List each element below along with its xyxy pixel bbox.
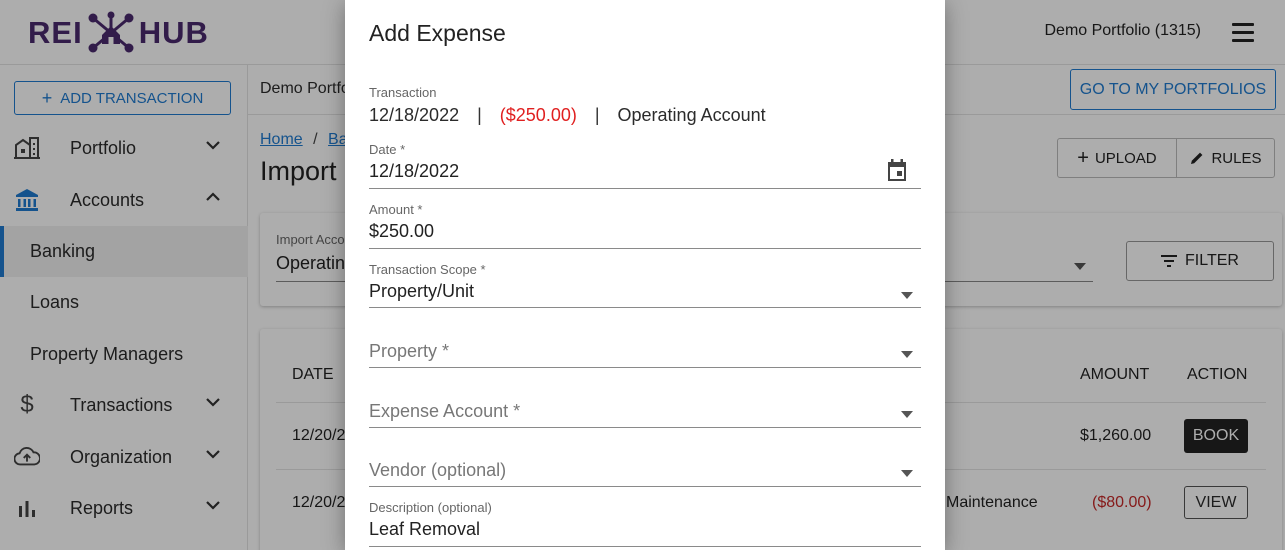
- dropdown-arrow-icon: [901, 292, 913, 299]
- expense-account-select[interactable]: Expense Account *: [369, 382, 921, 428]
- description-field[interactable]: Description (optional) Leaf Removal: [369, 500, 921, 547]
- separator: |: [594, 105, 600, 125]
- date-field[interactable]: Date * 12/18/2022: [369, 142, 921, 189]
- transaction-scope-value: Property/Unit: [369, 281, 475, 301]
- property-placeholder: Property *: [369, 341, 450, 361]
- separator: |: [477, 105, 482, 125]
- date-value: 12/18/2022: [369, 161, 460, 181]
- vendor-select[interactable]: Vendor (optional): [369, 441, 921, 487]
- vendor-placeholder: Vendor (optional): [369, 460, 507, 480]
- transaction-scope-label: Transaction Scope *: [369, 262, 486, 277]
- divider: [369, 427, 921, 428]
- dropdown-arrow-icon: [901, 351, 913, 358]
- calendar-icon[interactable]: [887, 159, 907, 181]
- divider: [369, 546, 921, 547]
- transaction-account: Operating Account: [617, 105, 766, 125]
- transaction-amount: ($250.00): [499, 105, 577, 125]
- divider: [369, 188, 921, 189]
- transaction-label: Transaction: [369, 85, 437, 100]
- dialog-title: Add Expense: [369, 20, 506, 46]
- amount-label: Amount *: [369, 202, 423, 217]
- expense-account-placeholder: Expense Account *: [369, 401, 521, 421]
- divider: [369, 307, 921, 308]
- transaction-summary: Transaction 12/18/2022 | ($250.00) | Ope…: [369, 85, 921, 129]
- date-label: Date *: [369, 142, 406, 157]
- transaction-date: 12/18/2022: [369, 105, 460, 125]
- description-label: Description (optional): [369, 500, 492, 515]
- dropdown-arrow-icon: [901, 411, 913, 418]
- dropdown-arrow-icon: [901, 470, 913, 477]
- property-select[interactable]: Property *: [369, 322, 921, 368]
- amount-value: $250.00: [369, 221, 435, 241]
- divider: [369, 486, 921, 487]
- divider: [369, 248, 921, 249]
- add-expense-dialog: Add Expense Transaction 12/18/2022 | ($2…: [345, 0, 945, 550]
- divider: [369, 367, 921, 368]
- amount-field[interactable]: Amount * $250.00: [369, 202, 921, 249]
- description-value: Leaf Removal: [369, 519, 481, 539]
- transaction-scope-select[interactable]: Transaction Scope * Property/Unit: [369, 262, 921, 308]
